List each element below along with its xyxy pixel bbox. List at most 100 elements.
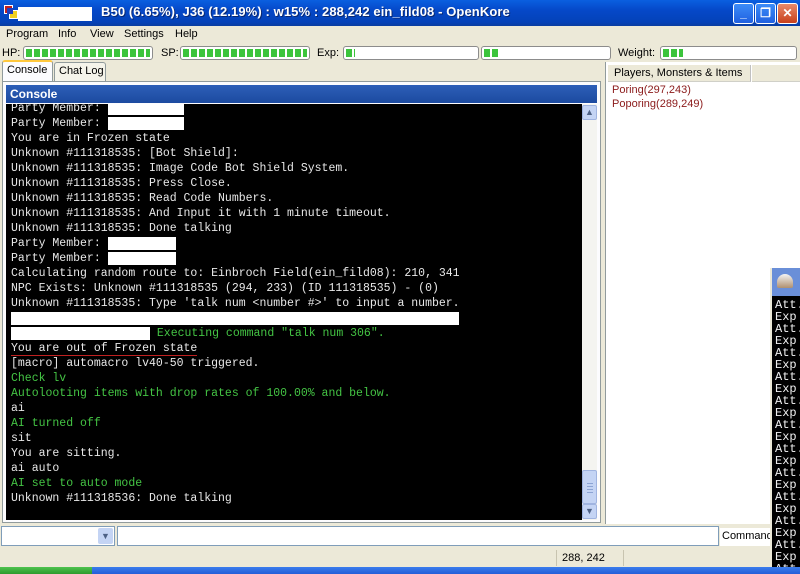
scroll-up-button[interactable]: ▲	[582, 105, 597, 120]
exp-label: Exp:	[317, 47, 340, 59]
players-monsters-items-header[interactable]: Players, Monsters & Items	[608, 65, 751, 82]
console-line-text: Calculating random route to: Einbroch Fi…	[11, 267, 460, 280]
close-icon: ✕	[782, 6, 793, 20]
restore-button[interactable]: ❐	[755, 3, 776, 24]
chevron-down-icon: ▼	[101, 531, 110, 541]
console-line-text: NPC Exists: Unknown #111318535 (294, 233…	[11, 282, 439, 295]
console-line: Unknown #111318535: Done talking	[11, 221, 232, 236]
console-line: Party Member:	[11, 251, 176, 266]
console-line: Unknown #111318535: Type 'talk num <numb…	[11, 296, 460, 311]
console-line: ai auto	[11, 461, 59, 476]
console-line-text: Check lv	[11, 372, 67, 385]
menu-help[interactable]: Help	[175, 28, 198, 40]
redacted-text	[107, 117, 184, 130]
hp-label: HP:	[2, 47, 21, 59]
stats-bar: HP: SP: Exp: Weight:	[0, 44, 800, 62]
input-type-combo[interactable]: ▼	[1, 526, 115, 546]
console-header: Console	[6, 85, 597, 103]
chevron-up-icon: ▲	[585, 107, 594, 117]
job-exp-gauge-fill	[484, 49, 500, 57]
weight-label: Weight:	[618, 47, 656, 59]
console-line-text: [macro] automacro lv40-50 triggered.	[11, 357, 260, 370]
console-line-text: Party Member:	[11, 104, 108, 115]
base-exp-gauge	[343, 46, 479, 60]
console-line: You are sitting.	[11, 446, 121, 461]
console-line-text: Unknown #111318535: Image Code Bot Shiel…	[11, 162, 350, 175]
console-scrollbar[interactable]: ▲ ▼	[582, 104, 597, 520]
weight-gauge-fill	[663, 49, 683, 57]
console-line: Executing command "talk num 306".	[11, 326, 385, 341]
list-item[interactable]: Poring(297,243)	[612, 84, 691, 96]
header-filler	[752, 65, 800, 82]
menu-program[interactable]: Program	[6, 28, 48, 40]
console-line: Unknown #111318535: Press Close.	[11, 176, 232, 191]
title-bar[interactable]: B50 (6.65%), J36 (12.19%) : w15% : 288,2…	[0, 0, 800, 26]
sp-gauge-fill	[183, 49, 307, 57]
base-exp-gauge-fill	[346, 49, 355, 57]
redacted-text	[107, 252, 176, 265]
scroll-down-button[interactable]: ▼	[582, 504, 597, 519]
scroll-thumb[interactable]	[582, 470, 597, 504]
redacted-text	[107, 104, 184, 115]
command-label: Command	[720, 528, 770, 546]
chevron-down-icon: ▼	[585, 506, 594, 516]
tab-console[interactable]: Console	[2, 60, 53, 82]
menu-settings[interactable]: Settings	[124, 28, 164, 40]
console-line: AI turned off	[11, 416, 101, 431]
console-line-text: sit	[11, 432, 32, 445]
console-line-text: Unknown #111318535: [Bot Shield]:	[11, 147, 239, 160]
console-line: Unknown #111318535: Image Code Bot Shiel…	[11, 161, 349, 176]
console-line-text: Executing command "talk num 306".	[150, 327, 385, 340]
poring-icon	[777, 274, 793, 288]
start-button[interactable]	[0, 567, 92, 574]
openkore-window: B50 (6.65%), J36 (12.19%) : w15% : 288,2…	[0, 0, 800, 574]
console-line: Calculating random route to: Einbroch Fi…	[11, 266, 460, 281]
background-console-window[interactable]: Att.ExpAtt.ExpAtt.ExpAtt.ExpAtt.ExpAtt.E…	[770, 268, 800, 574]
tab-chat-log[interactable]: Chat Log	[54, 62, 106, 82]
command-input[interactable]	[117, 526, 719, 546]
console-line-text: Unknown #111318535: Done talking	[11, 222, 232, 235]
console-panel: Console Party Member: Party Member: You …	[2, 81, 601, 523]
menu-info[interactable]: Info	[58, 28, 76, 40]
console-line: Unknown #111318535: And Input it with 1 …	[11, 206, 391, 221]
redacted-character-name	[18, 7, 92, 21]
redacted-text	[11, 327, 150, 340]
redacted-text	[107, 237, 176, 250]
console-line-text: Unknown #111318535: Press Close.	[11, 177, 232, 190]
console-line	[11, 311, 459, 326]
console-line-text: Party Member:	[11, 117, 108, 130]
console-line-text: Autolooting items with drop rates of 100…	[11, 387, 391, 400]
console-line: Unknown #111318536: Done talking	[11, 491, 232, 506]
combo-dropdown-button[interactable]: ▼	[98, 528, 113, 544]
minimize-icon: _	[740, 6, 747, 20]
console-line: Unknown #111318535: Read Code Numbers.	[11, 191, 273, 206]
console-line-text: AI turned off	[11, 417, 101, 430]
minimize-button[interactable]: _	[733, 3, 754, 24]
console-line-text: You are in Frozen state	[11, 132, 170, 145]
console-line-text: Unknown #111318535: And Input it with 1 …	[11, 207, 391, 220]
console-line: sit	[11, 431, 32, 446]
background-window-titlebar[interactable]	[772, 268, 800, 296]
console-line: You are out of Frozen state	[11, 341, 198, 356]
console-line: You are in Frozen state	[11, 131, 170, 146]
menu-view[interactable]: View	[90, 28, 114, 40]
close-button[interactable]: ✕	[777, 3, 798, 24]
taskbar	[0, 567, 800, 574]
console-line-text: ai	[11, 402, 25, 415]
sp-gauge	[180, 46, 310, 60]
console-line: Unknown #111318535: [Bot Shield]:	[11, 146, 239, 161]
console-line-text: Party Member:	[11, 237, 108, 250]
console-line-text: You are sitting.	[11, 447, 122, 460]
console-line: ai	[11, 401, 25, 416]
restore-icon: ❐	[760, 6, 771, 20]
list-item[interactable]: Poporing(289,249)	[612, 98, 703, 110]
console-line: [macro] automacro lv40-50 triggered.	[11, 356, 259, 371]
sp-label: SP:	[161, 47, 179, 59]
coordinates-readout: 288, 242	[556, 550, 624, 566]
redacted-text	[11, 312, 459, 325]
console-output[interactable]: Party Member: Party Member: You are in F…	[6, 104, 582, 520]
status-bar: 288, 242	[0, 547, 770, 567]
window-title: B50 (6.65%), J36 (12.19%) : w15% : 288,2…	[101, 4, 510, 19]
job-exp-gauge	[481, 46, 611, 60]
menu-bar: Program Info View Settings Help	[0, 26, 800, 44]
